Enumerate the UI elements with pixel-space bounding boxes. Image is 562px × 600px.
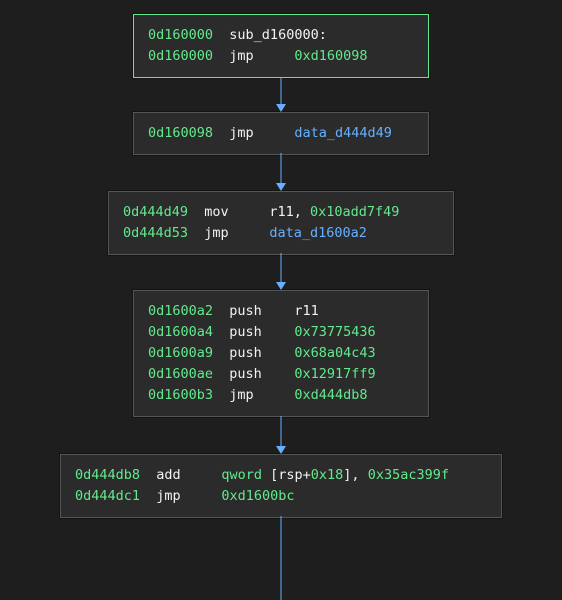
address: 0d1600ae bbox=[148, 366, 213, 382]
address: 0d160098 bbox=[148, 125, 213, 141]
address: 0d444d49 bbox=[123, 204, 188, 220]
address: 0d1600a9 bbox=[148, 345, 213, 361]
asm-token: push bbox=[229, 366, 294, 382]
asm-token: push bbox=[229, 324, 294, 340]
asm-token: 0x12917ff9 bbox=[294, 366, 375, 382]
asm-token: jmp bbox=[229, 48, 294, 64]
asm-token: r11, bbox=[269, 204, 310, 220]
address: 0d444db8 bbox=[75, 467, 140, 483]
asm-token: mov bbox=[204, 204, 269, 220]
address: 0d1600a4 bbox=[148, 324, 213, 340]
asm-token: add bbox=[156, 467, 221, 483]
asm-token: 0x73775436 bbox=[294, 324, 375, 340]
basic-block-b2[interactable]: 0d444d49 mov r11, 0x10add7f49 0d444d53 j… bbox=[108, 191, 454, 255]
cfg-canvas: 0d160000 sub_d160000: 0d160000 jmp 0xd16… bbox=[0, 0, 562, 600]
asm-token: push bbox=[229, 345, 294, 361]
asm-token: 0xd1600bc bbox=[221, 488, 294, 504]
asm-token: data_d444d49 bbox=[294, 125, 392, 141]
address: 0d444dc1 bbox=[75, 488, 140, 504]
asm-token: push bbox=[229, 303, 294, 319]
asm-token: ], bbox=[343, 467, 367, 483]
address: 0d444d53 bbox=[123, 225, 188, 241]
asm-token: sub_d160000: bbox=[229, 27, 327, 43]
asm-token: 0xd160098 bbox=[294, 48, 367, 64]
asm-token: 0x68a04c43 bbox=[294, 345, 375, 361]
asm-token: qword bbox=[221, 467, 270, 483]
asm-token: 0xd444db8 bbox=[294, 387, 367, 403]
edge bbox=[281, 516, 282, 600]
asm-token: 0x35ac399f bbox=[368, 467, 449, 483]
edge bbox=[281, 153, 282, 183]
asm-token: 0x10add7f49 bbox=[310, 204, 399, 220]
asm-token: rsp bbox=[278, 467, 302, 483]
edge bbox=[281, 77, 282, 104]
arrow-down-icon bbox=[276, 183, 286, 191]
asm-token: jmp bbox=[229, 125, 294, 141]
asm-token: r11 bbox=[294, 303, 318, 319]
basic-block-b1[interactable]: 0d160098 jmp data_d444d49 bbox=[133, 112, 429, 155]
arrow-down-icon bbox=[276, 104, 286, 112]
asm-token: jmp bbox=[204, 225, 269, 241]
asm-token: jmp bbox=[229, 387, 294, 403]
edge bbox=[281, 416, 282, 446]
asm-token: jmp bbox=[156, 488, 221, 504]
basic-block-b0[interactable]: 0d160000 sub_d160000: 0d160000 jmp 0xd16… bbox=[133, 14, 429, 78]
address: 0d160000 bbox=[148, 48, 213, 64]
asm-token: + bbox=[303, 467, 311, 483]
arrow-down-icon bbox=[276, 446, 286, 454]
asm-token: data_d1600a2 bbox=[269, 225, 367, 241]
arrow-down-icon bbox=[276, 282, 286, 290]
edge bbox=[281, 253, 282, 282]
basic-block-b3[interactable]: 0d1600a2 push r11 0d1600a4 push 0x737754… bbox=[133, 290, 429, 417]
address: 0d1600b3 bbox=[148, 387, 213, 403]
asm-token: 0x18 bbox=[311, 467, 344, 483]
basic-block-b4[interactable]: 0d444db8 add qword [rsp+0x18], 0x35ac399… bbox=[60, 454, 502, 518]
address: 0d160000 bbox=[148, 27, 213, 43]
address: 0d1600a2 bbox=[148, 303, 213, 319]
